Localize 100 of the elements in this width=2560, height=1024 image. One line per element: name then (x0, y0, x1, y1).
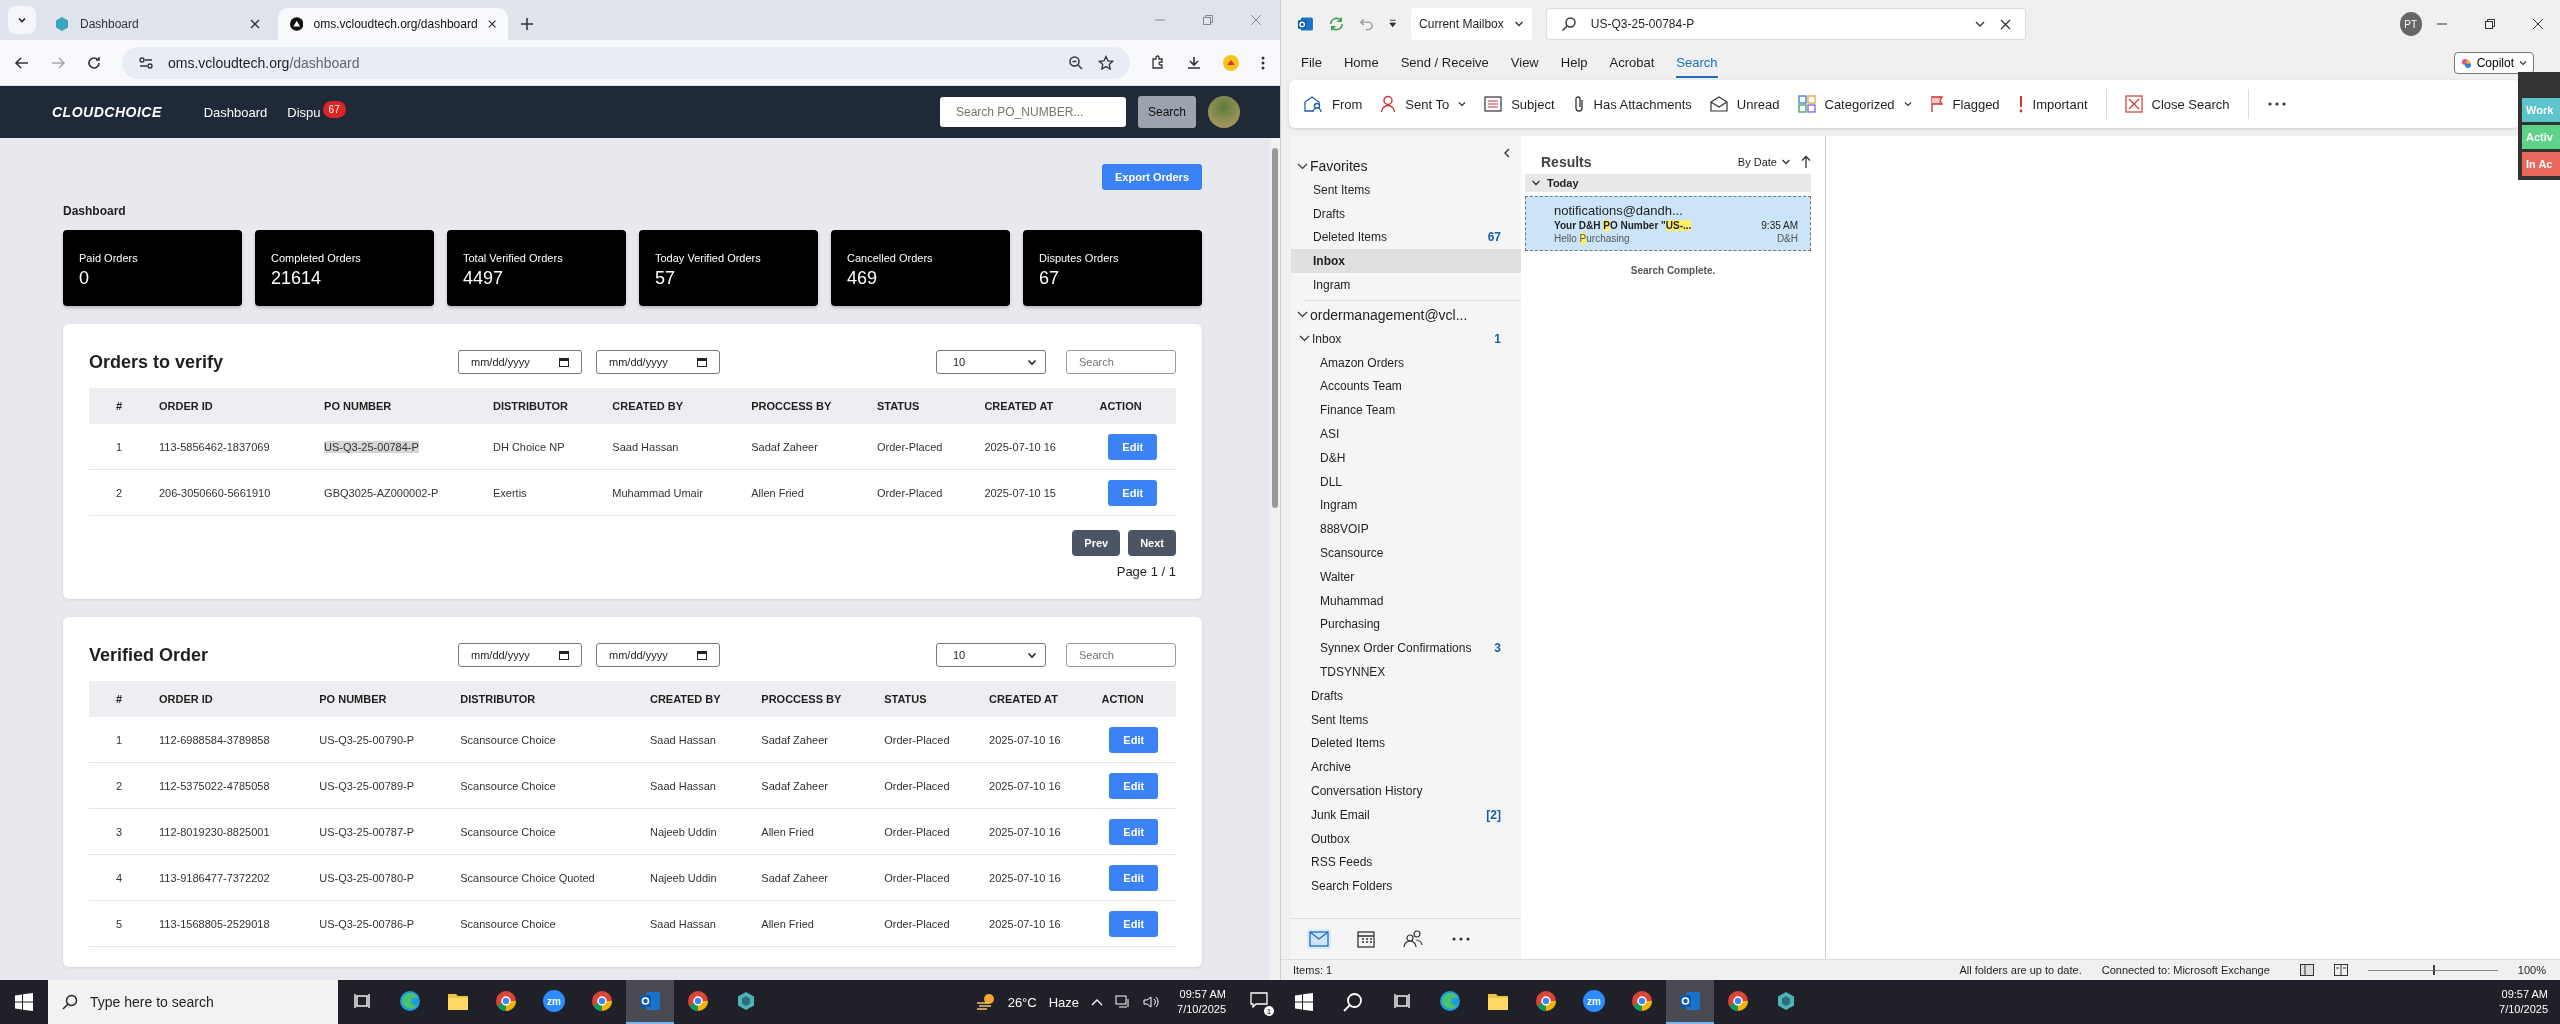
taskbar-clock[interactable]: 09:57 AM 7/10/2025 (2493, 987, 2554, 1017)
taskbar-clock[interactable]: 09:57 AM 7/10/2025 (1171, 987, 1232, 1017)
folder-group-header[interactable]: ordermanagement@vcl... (1291, 303, 1521, 327)
weather-text[interactable]: Haze (1048, 994, 1080, 1010)
prev-button[interactable]: Prev (1072, 530, 1121, 556)
star-icon[interactable] (1098, 54, 1114, 71)
scope-dropdown[interactable]: Current Mailbox (1411, 8, 1532, 40)
avatar[interactable]: PT (2399, 12, 2422, 36)
ribbon-button[interactable]: Subject (1484, 96, 1555, 112)
folder-item[interactable]: Finance Team (1291, 398, 1521, 423)
notifications-button[interactable]: 1 (1244, 988, 1274, 1016)
folder-item[interactable]: Muhammad (1291, 588, 1521, 613)
folder-item[interactable]: Archive (1291, 755, 1521, 780)
ribbon-button[interactable]: Unread (1709, 96, 1780, 112)
folder-item[interactable]: Scansource (1291, 541, 1521, 565)
folder-item[interactable]: Drafts (1291, 201, 1521, 226)
folder-item[interactable]: ASI (1291, 422, 1521, 446)
sync-icon[interactable] (1327, 15, 1345, 33)
folder-item[interactable]: Accounts Team (1291, 374, 1521, 399)
folder-item[interactable]: Ingram (1291, 493, 1521, 518)
volume-icon[interactable] (1143, 995, 1160, 1009)
folder-item[interactable]: TDSYNNEX (1291, 660, 1521, 684)
extension-icon[interactable] (1222, 53, 1240, 72)
zoom-slider-thumb[interactable] (2432, 964, 2435, 975)
ribbon-tab[interactable]: Send / Receive (1400, 48, 1489, 78)
module-button[interactable] (1401, 928, 1425, 950)
edit-button[interactable]: Edit (1109, 818, 1159, 845)
page-size-select[interactable]: 10 (936, 643, 1046, 667)
folder-item[interactable]: Deleted Items (1291, 731, 1521, 756)
folder-item[interactable]: Inbox 1 (1291, 327, 1521, 351)
ribbon-button[interactable]: From (1303, 95, 1363, 113)
calendar-icon[interactable] (697, 650, 707, 660)
search-field[interactable]: Search (1066, 350, 1176, 374)
folder-item[interactable]: Ingram (1291, 273, 1521, 297)
more-icon[interactable] (2266, 101, 2287, 107)
folder-item[interactable]: DLL (1291, 469, 1521, 494)
search-button[interactable]: Search (1137, 96, 1196, 128)
weather-text[interactable]: 26°C (1007, 994, 1037, 1010)
start-icon[interactable] (15, 993, 33, 1011)
folder-item[interactable]: 888VOIP (1291, 517, 1521, 542)
ribbon-button[interactable]: Close Search (2124, 95, 2230, 113)
avatar[interactable] (1208, 96, 1240, 128)
date-field[interactable]: mm/dd/yyyy (458, 643, 582, 667)
date-field[interactable]: mm/dd/yyyy (596, 643, 720, 667)
ribbon-tab[interactable]: Home (1343, 48, 1379, 78)
new-tab-icon[interactable] (520, 17, 534, 31)
close-icon[interactable] (1999, 18, 2011, 30)
menu-icon[interactable] (1260, 54, 1266, 71)
weather-icon[interactable] (975, 993, 996, 1011)
close-icon[interactable] (2532, 18, 2544, 30)
close-icon[interactable] (250, 19, 260, 29)
folder-item[interactable]: RSS Feeds (1291, 850, 1521, 875)
folder-item[interactable]: Synnex Order Confirmations 3 (1291, 636, 1521, 661)
edit-button[interactable]: Edit (1109, 772, 1159, 799)
date-field[interactable]: mm/dd/yyyy (596, 350, 720, 374)
chevron-up-icon[interactable] (1091, 998, 1104, 1006)
export-button[interactable]: Export Orders (1102, 164, 1202, 190)
ribbon-tab[interactable]: Acrobat (1609, 48, 1655, 78)
folder-item[interactable]: Outbox (1291, 826, 1521, 851)
ribbon-tab[interactable]: File (1301, 48, 1322, 78)
edit-button[interactable]: Edit (1109, 910, 1159, 937)
edit-button[interactable]: Edit (1108, 479, 1158, 506)
edit-button[interactable]: Edit (1109, 864, 1159, 891)
restore-icon[interactable] (2484, 18, 2496, 30)
reading-view-icon[interactable] (2333, 964, 2348, 976)
folder-item[interactable]: Drafts (1291, 683, 1521, 708)
download-icon[interactable] (1186, 54, 1202, 71)
browser-tab[interactable]: oms.vcloudtech.org/dashboard (278, 8, 508, 40)
normal-view-icon[interactable] (2299, 964, 2314, 976)
next-button[interactable]: Next (1128, 530, 1176, 556)
ribbon-button[interactable]: Important (2017, 95, 2088, 113)
search-icon[interactable] (1343, 992, 1363, 1012)
edit-button[interactable]: Edit (1109, 726, 1159, 753)
start-icon[interactable] (1295, 993, 1313, 1011)
ribbon-tab[interactable]: View (1510, 48, 1539, 78)
folder-item[interactable]: Purchasing (1291, 612, 1521, 637)
network-icon[interactable] (1115, 995, 1132, 1009)
close-icon[interactable] (487, 19, 496, 29)
folder-item[interactable]: Conversation History (1291, 779, 1521, 803)
calendar-icon[interactable] (559, 357, 569, 367)
zoom-icon[interactable] (1068, 54, 1084, 71)
back-icon[interactable] (14, 54, 30, 71)
edit-button[interactable]: Edit (1108, 433, 1158, 460)
folder-item[interactable]: Sent Items (1291, 707, 1521, 732)
folder-item[interactable]: Walter (1291, 564, 1521, 589)
caret-icon[interactable] (1387, 19, 1398, 29)
search-field[interactable]: Search PO_NUMBER... (939, 97, 1126, 127)
folder-item[interactable]: Amazon Orders (1291, 350, 1521, 375)
ribbon-button[interactable]: Categorized (1797, 95, 1912, 113)
module-button[interactable] (1355, 928, 1377, 950)
browser-tab[interactable]: Dashboard (42, 8, 272, 40)
search-field[interactable]: US-Q3-25-00784-P (1545, 8, 2026, 40)
folder-item[interactable]: Sent Items (1291, 178, 1521, 202)
folder-item[interactable]: Junk Email [2] (1291, 802, 1521, 827)
reload-icon[interactable] (86, 54, 102, 71)
folder-group-header[interactable]: Favorites (1291, 154, 1521, 178)
ribbon-button[interactable]: Flagged (1929, 95, 2000, 113)
date-field[interactable]: mm/dd/yyyy (458, 350, 582, 374)
ribbon-button[interactable]: Has Attachments (1572, 95, 1692, 113)
ribbon-tab[interactable]: Search (1676, 48, 1718, 78)
